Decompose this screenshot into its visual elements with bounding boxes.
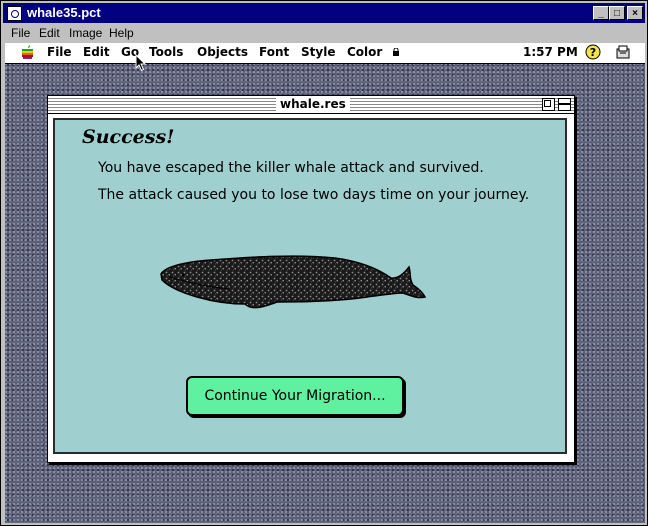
mac-screen: File Edit Go Tools Objects Font Style Co… [5, 43, 645, 523]
viewer-window: whale35.pct _ □ × File Edit Image Help F… [0, 0, 648, 526]
message-line-2: The attack caused you to lose two days t… [98, 187, 530, 203]
app-icon[interactable] [7, 6, 22, 21]
gray-whale-image [160, 255, 427, 309]
continue-migration-button[interactable]: Continue Your Migration... [186, 376, 404, 416]
help-icon-label: ? [590, 46, 596, 59]
dialog-content: Success! You have escaped the killer wha… [53, 118, 567, 454]
menu-edit[interactable]: Edit [39, 26, 60, 40]
dialog-heading: Success! [82, 126, 175, 148]
mac-menu-font[interactable]: Font [259, 45, 289, 59]
mac-menu-color[interactable]: Color [347, 45, 382, 59]
minimize-button[interactable]: _ [593, 6, 609, 20]
document-window: whale.res Success! You have escaped the … [47, 95, 575, 463]
mac-menu-file[interactable]: File [47, 45, 72, 59]
mac-menu-style[interactable]: Style [301, 45, 335, 59]
apple-icon[interactable] [21, 45, 35, 60]
lock-icon [393, 48, 399, 56]
mac-menubar: File Edit Go Tools Objects Font Style Co… [5, 43, 645, 64]
menu-help[interactable]: Help [109, 26, 134, 40]
close-button[interactable]: × [627, 6, 643, 20]
document-title: whale.res [276, 97, 350, 111]
document-titlebar[interactable]: whale.res [48, 96, 574, 114]
window-title: whale35.pct [27, 5, 101, 20]
help-icon[interactable]: ? [585, 44, 601, 60]
message-line-1: You have escaped the killer whale attack… [98, 160, 484, 176]
maximize-button[interactable]: □ [609, 6, 625, 20]
window-titlebar[interactable]: whale35.pct _ □ × [3, 3, 645, 23]
zoom-box-icon[interactable] [542, 98, 555, 111]
window-menubar: File Edit Image Help [3, 23, 645, 43]
mouse-cursor-icon [135, 54, 147, 72]
menubar-clock: 1:57 PM [523, 45, 578, 59]
application-menu-icon[interactable] [615, 44, 631, 60]
mac-menu-objects[interactable]: Objects [197, 45, 248, 59]
mac-menu-edit[interactable]: Edit [83, 45, 110, 59]
menu-image[interactable]: Image [69, 26, 102, 40]
menu-file[interactable]: File [11, 26, 30, 40]
collapse-box-icon[interactable] [558, 98, 571, 111]
mac-menu-tools[interactable]: Tools [149, 45, 183, 59]
